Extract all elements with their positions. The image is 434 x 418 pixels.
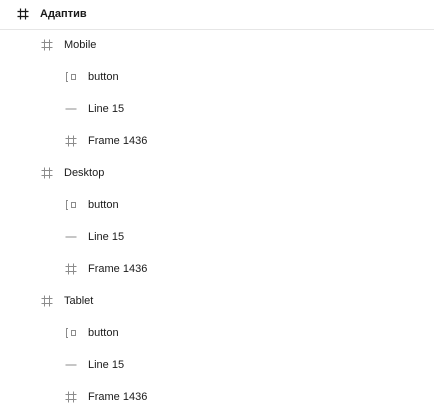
layer-row-tablet-line[interactable]: Line 15 xyxy=(0,349,434,381)
line-icon xyxy=(65,359,77,371)
layer-row-desktop[interactable]: Desktop xyxy=(0,157,434,189)
layer-row-root[interactable]: Адаптив xyxy=(0,0,434,30)
layer-label-button: button xyxy=(88,199,119,211)
layer-label-frame: Frame 1436 xyxy=(88,391,148,403)
layer-row-tablet[interactable]: Tablet xyxy=(0,285,434,317)
component-icon xyxy=(65,199,77,211)
line-icon xyxy=(65,231,77,243)
frame-icon xyxy=(17,8,29,20)
layer-label-frame: Frame 1436 xyxy=(88,263,148,275)
frame-icon xyxy=(65,135,77,147)
layer-label-frame: Frame 1436 xyxy=(88,135,148,147)
frame-icon xyxy=(41,39,53,51)
layer-row-mobile-frame[interactable]: Frame 1436 xyxy=(0,125,434,157)
layer-row-mobile-line[interactable]: Line 15 xyxy=(0,93,434,125)
layer-label-line: Line 15 xyxy=(88,359,125,371)
layer-label-desktop: Desktop xyxy=(64,167,105,179)
layer-label-button: button xyxy=(88,327,119,339)
layer-row-tablet-frame[interactable]: Frame 1436 xyxy=(0,381,434,413)
layer-row-tablet-button[interactable]: button xyxy=(0,317,434,349)
frame-icon xyxy=(41,167,53,179)
frame-icon xyxy=(41,295,53,307)
layers-panel: Адаптив Mobile button Line 15 Frame 1436… xyxy=(0,0,434,418)
line-icon xyxy=(65,103,77,115)
layer-label-tablet: Tablet xyxy=(64,295,94,307)
frame-icon xyxy=(65,391,77,403)
layer-row-desktop-frame[interactable]: Frame 1436 xyxy=(0,253,434,285)
component-icon xyxy=(65,71,77,83)
component-icon xyxy=(65,327,77,339)
layer-label-mobile: Mobile xyxy=(64,39,97,51)
layer-label-root: Адаптив xyxy=(40,8,87,20)
layer-row-mobile[interactable]: Mobile xyxy=(0,29,434,61)
layer-row-desktop-button[interactable]: button xyxy=(0,189,434,221)
layer-label-button: button xyxy=(88,71,119,83)
layer-label-line: Line 15 xyxy=(88,103,125,115)
frame-icon xyxy=(65,263,77,275)
layer-row-desktop-line[interactable]: Line 15 xyxy=(0,221,434,253)
layer-label-line: Line 15 xyxy=(88,231,125,243)
layer-row-mobile-button[interactable]: button xyxy=(0,61,434,93)
